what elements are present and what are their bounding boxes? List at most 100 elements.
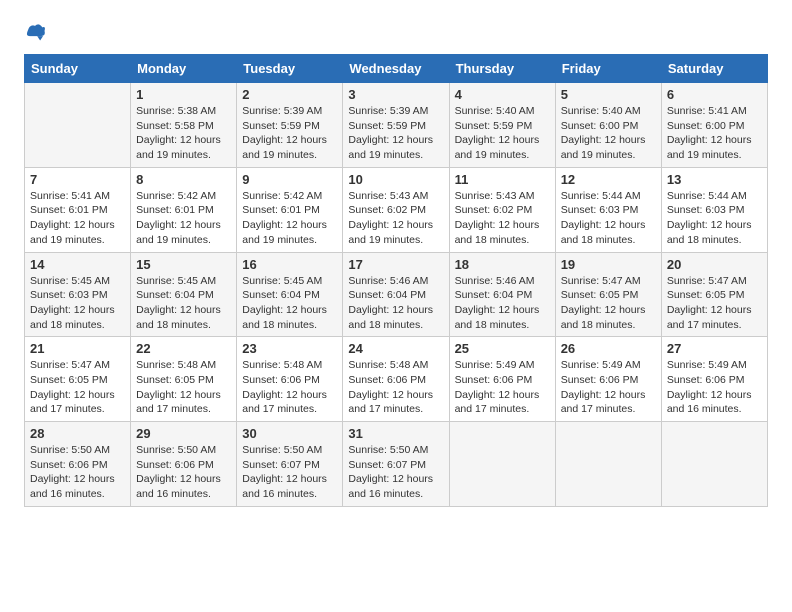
day-number: 10 <box>348 172 443 187</box>
day-number: 16 <box>242 257 337 272</box>
calendar-cell: 1 Sunrise: 5:38 AM Sunset: 5:58 PM Daylig… <box>131 83 237 168</box>
calendar-cell: 27 Sunrise: 5:49 AM Sunset: 6:06 PM Dayli… <box>661 337 767 422</box>
cell-content: Sunrise: 5:42 AM Sunset: 6:01 PM Dayligh… <box>136 189 231 248</box>
cell-content: Sunrise: 5:42 AM Sunset: 6:01 PM Dayligh… <box>242 189 337 248</box>
cell-content: Sunrise: 5:40 AM Sunset: 6:00 PM Dayligh… <box>561 104 656 163</box>
cell-content: Sunrise: 5:47 AM Sunset: 6:05 PM Dayligh… <box>30 358 125 417</box>
day-number: 26 <box>561 341 656 356</box>
calendar-week-row: 1 Sunrise: 5:38 AM Sunset: 5:58 PM Daylig… <box>25 83 768 168</box>
cell-content: Sunrise: 5:40 AM Sunset: 5:59 PM Dayligh… <box>455 104 550 163</box>
day-number: 7 <box>30 172 125 187</box>
cell-content: Sunrise: 5:39 AM Sunset: 5:59 PM Dayligh… <box>242 104 337 163</box>
day-number: 29 <box>136 426 231 441</box>
cell-content: Sunrise: 5:45 AM Sunset: 6:04 PM Dayligh… <box>242 274 337 333</box>
day-number: 21 <box>30 341 125 356</box>
cell-content: Sunrise: 5:49 AM Sunset: 6:06 PM Dayligh… <box>455 358 550 417</box>
cell-content: Sunrise: 5:48 AM Sunset: 6:06 PM Dayligh… <box>348 358 443 417</box>
day-number: 18 <box>455 257 550 272</box>
header-day-wednesday: Wednesday <box>343 55 449 83</box>
header-day-tuesday: Tuesday <box>237 55 343 83</box>
header-day-sunday: Sunday <box>25 55 131 83</box>
day-number: 24 <box>348 341 443 356</box>
calendar-cell: 28 Sunrise: 5:50 AM Sunset: 6:06 PM Dayli… <box>25 422 131 507</box>
calendar-cell: 25Sunrise: 5:49 AM Sunset: 6:06 PM Dayli… <box>449 337 555 422</box>
calendar-cell: 29Sunrise: 5:50 AM Sunset: 6:06 PM Dayli… <box>131 422 237 507</box>
calendar-cell: 7 Sunrise: 5:41 AM Sunset: 6:01 PM Daylig… <box>25 167 131 252</box>
calendar-cell: 11 Sunrise: 5:43 AM Sunset: 6:02 PM Dayli… <box>449 167 555 252</box>
calendar-cell: 24 Sunrise: 5:48 AM Sunset: 6:06 PM Dayli… <box>343 337 449 422</box>
cell-content: Sunrise: 5:38 AM Sunset: 5:58 PM Dayligh… <box>136 104 231 163</box>
header-day-saturday: Saturday <box>661 55 767 83</box>
day-number: 15 <box>136 257 231 272</box>
calendar-cell: 20 Sunrise: 5:47 AM Sunset: 6:05 PM Dayli… <box>661 252 767 337</box>
calendar-cell: 14 Sunrise: 5:45 AM Sunset: 6:03 PM Dayli… <box>25 252 131 337</box>
calendar-cell: 3 Sunrise: 5:39 AM Sunset: 5:59 PM Daylig… <box>343 83 449 168</box>
day-number: 23 <box>242 341 337 356</box>
day-number: 3 <box>348 87 443 102</box>
calendar-cell: 23 Sunrise: 5:48 AM Sunset: 6:06 PM Dayli… <box>237 337 343 422</box>
calendar-cell: 16 Sunrise: 5:45 AM Sunset: 6:04 PM Dayli… <box>237 252 343 337</box>
day-number: 30 <box>242 426 337 441</box>
calendar-week-row: 14 Sunrise: 5:45 AM Sunset: 6:03 PM Dayli… <box>25 252 768 337</box>
page-header <box>24 20 768 44</box>
cell-content: Sunrise: 5:43 AM Sunset: 6:02 PM Dayligh… <box>455 189 550 248</box>
calendar-cell: 15 Sunrise: 5:45 AM Sunset: 6:04 PM Dayli… <box>131 252 237 337</box>
calendar-cell: 19 Sunrise: 5:47 AM Sunset: 6:05 PM Dayli… <box>555 252 661 337</box>
cell-content: Sunrise: 5:41 AM Sunset: 6:00 PM Dayligh… <box>667 104 762 163</box>
calendar-cell: 22Sunrise: 5:48 AM Sunset: 6:05 PM Dayli… <box>131 337 237 422</box>
cell-content: Sunrise: 5:39 AM Sunset: 5:59 PM Dayligh… <box>348 104 443 163</box>
calendar-week-row: 7 Sunrise: 5:41 AM Sunset: 6:01 PM Daylig… <box>25 167 768 252</box>
cell-content: Sunrise: 5:50 AM Sunset: 6:07 PM Dayligh… <box>242 443 337 502</box>
calendar-cell: 6 Sunrise: 5:41 AM Sunset: 6:00 PM Daylig… <box>661 83 767 168</box>
calendar-cell: 12 Sunrise: 5:44 AM Sunset: 6:03 PM Dayli… <box>555 167 661 252</box>
day-number: 8 <box>136 172 231 187</box>
calendar-cell: 18Sunrise: 5:46 AM Sunset: 6:04 PM Dayli… <box>449 252 555 337</box>
calendar-cell <box>661 422 767 507</box>
day-number: 5 <box>561 87 656 102</box>
cell-content: Sunrise: 5:47 AM Sunset: 6:05 PM Dayligh… <box>561 274 656 333</box>
cell-content: Sunrise: 5:45 AM Sunset: 6:04 PM Dayligh… <box>136 274 231 333</box>
day-number: 4 <box>455 87 550 102</box>
cell-content: Sunrise: 5:45 AM Sunset: 6:03 PM Dayligh… <box>30 274 125 333</box>
day-number: 17 <box>348 257 443 272</box>
calendar-week-row: 21 Sunrise: 5:47 AM Sunset: 6:05 PM Dayli… <box>25 337 768 422</box>
day-number: 1 <box>136 87 231 102</box>
cell-content: Sunrise: 5:44 AM Sunset: 6:03 PM Dayligh… <box>561 189 656 248</box>
cell-content: Sunrise: 5:48 AM Sunset: 6:05 PM Dayligh… <box>136 358 231 417</box>
calendar-cell: 17 Sunrise: 5:46 AM Sunset: 6:04 PM Dayli… <box>343 252 449 337</box>
calendar-cell: 31Sunrise: 5:50 AM Sunset: 6:07 PM Dayli… <box>343 422 449 507</box>
day-number: 12 <box>561 172 656 187</box>
calendar-cell: 10Sunrise: 5:43 AM Sunset: 6:02 PM Dayli… <box>343 167 449 252</box>
cell-content: Sunrise: 5:49 AM Sunset: 6:06 PM Dayligh… <box>561 358 656 417</box>
day-number: 6 <box>667 87 762 102</box>
calendar-week-row: 28 Sunrise: 5:50 AM Sunset: 6:06 PM Dayli… <box>25 422 768 507</box>
header-day-monday: Monday <box>131 55 237 83</box>
calendar-cell <box>555 422 661 507</box>
calendar-cell: 2 Sunrise: 5:39 AM Sunset: 5:59 PM Daylig… <box>237 83 343 168</box>
day-number: 20 <box>667 257 762 272</box>
logo-icon <box>24 20 46 42</box>
calendar-cell: 4 Sunrise: 5:40 AM Sunset: 5:59 PM Daylig… <box>449 83 555 168</box>
day-number: 27 <box>667 341 762 356</box>
cell-content: Sunrise: 5:47 AM Sunset: 6:05 PM Dayligh… <box>667 274 762 333</box>
cell-content: Sunrise: 5:50 AM Sunset: 6:07 PM Dayligh… <box>348 443 443 502</box>
calendar-table: SundayMondayTuesdayWednesdayThursdayFrid… <box>24 54 768 507</box>
cell-content: Sunrise: 5:50 AM Sunset: 6:06 PM Dayligh… <box>30 443 125 502</box>
calendar-header-row: SundayMondayTuesdayWednesdayThursdayFrid… <box>25 55 768 83</box>
cell-content: Sunrise: 5:48 AM Sunset: 6:06 PM Dayligh… <box>242 358 337 417</box>
day-number: 2 <box>242 87 337 102</box>
calendar-cell: 5 Sunrise: 5:40 AM Sunset: 6:00 PM Daylig… <box>555 83 661 168</box>
cell-content: Sunrise: 5:49 AM Sunset: 6:06 PM Dayligh… <box>667 358 762 417</box>
day-number: 14 <box>30 257 125 272</box>
day-number: 28 <box>30 426 125 441</box>
header-day-friday: Friday <box>555 55 661 83</box>
cell-content: Sunrise: 5:41 AM Sunset: 6:01 PM Dayligh… <box>30 189 125 248</box>
calendar-cell: 9Sunrise: 5:42 AM Sunset: 6:01 PM Daylig… <box>237 167 343 252</box>
header-day-thursday: Thursday <box>449 55 555 83</box>
day-number: 13 <box>667 172 762 187</box>
calendar-cell: 26 Sunrise: 5:49 AM Sunset: 6:06 PM Dayli… <box>555 337 661 422</box>
day-number: 19 <box>561 257 656 272</box>
day-number: 11 <box>455 172 550 187</box>
cell-content: Sunrise: 5:44 AM Sunset: 6:03 PM Dayligh… <box>667 189 762 248</box>
cell-content: Sunrise: 5:46 AM Sunset: 6:04 PM Dayligh… <box>348 274 443 333</box>
